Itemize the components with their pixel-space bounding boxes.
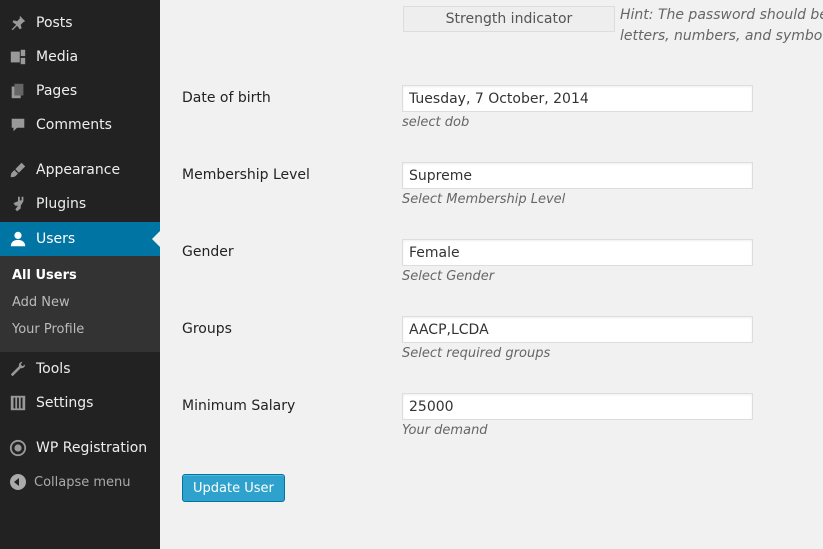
collapse-menu[interactable]: Collapse menu	[0, 470, 160, 494]
hint-line: Hint: The password should be at l	[620, 7, 823, 23]
hint-line: letters, numbers, and symbols lik	[620, 28, 823, 44]
pushpin-icon	[0, 6, 36, 40]
users-submenu: All Users Add New Your Profile	[0, 256, 160, 352]
submenu-all-users[interactable]: All Users	[12, 268, 77, 283]
menu-label: Media	[36, 49, 79, 65]
dob-input[interactable]	[402, 85, 753, 112]
menu-label: Plugins	[36, 196, 87, 212]
menu-label: Tools	[36, 361, 71, 377]
dob-label: Date of birth	[182, 90, 271, 106]
menu-label: Pages	[36, 83, 78, 99]
menu-appearance[interactable]: Appearance	[0, 153, 160, 187]
menu-label: Appearance	[36, 162, 121, 178]
minimum-salary-description: Your demand	[402, 423, 488, 438]
menu-tools[interactable]: Tools	[0, 352, 160, 386]
menu-settings[interactable]: Settings	[0, 386, 160, 420]
user-icon	[0, 222, 36, 256]
submenu-add-new[interactable]: Add New	[12, 295, 70, 310]
membership-level-input[interactable]	[402, 162, 753, 189]
pages-icon	[0, 74, 36, 108]
menu-media[interactable]: Media	[0, 40, 160, 74]
menu-label: WP Registration	[36, 440, 148, 456]
plugin-icon	[0, 187, 36, 221]
paintbrush-icon	[0, 153, 36, 187]
wordpress-icon	[0, 431, 36, 465]
groups-description: Select required groups	[402, 346, 551, 361]
gender-label: Gender	[182, 244, 234, 260]
menu-label: Posts	[36, 15, 73, 31]
menu-wp-registration[interactable]: WP Registration	[0, 431, 160, 465]
active-arrow	[152, 231, 160, 247]
menu-plugins[interactable]: Plugins	[0, 187, 160, 221]
minimum-salary-label: Minimum Salary	[182, 398, 296, 414]
gender-description: Select Gender	[402, 269, 495, 284]
settings-icon	[0, 386, 36, 420]
menu-label: Users	[36, 231, 76, 247]
membership-level-label: Membership Level	[182, 167, 310, 183]
update-user-button[interactable]: Update User	[182, 474, 285, 502]
groups-label: Groups	[182, 321, 232, 337]
submenu-your-profile[interactable]: Your Profile	[12, 322, 84, 337]
collapse-label: Collapse menu	[34, 474, 131, 490]
menu-label: Settings	[36, 395, 94, 411]
password-strength-indicator: Strength indicator	[403, 6, 615, 32]
menu-users[interactable]: Users	[0, 222, 160, 256]
membership-level-description: Select Membership Level	[402, 192, 566, 207]
menu-pages[interactable]: Pages	[0, 74, 160, 108]
main-content: Strength indicator Hint: The password sh…	[160, 0, 823, 549]
gender-input[interactable]	[402, 239, 753, 266]
wrench-icon	[0, 352, 36, 386]
menu-comments[interactable]: Comments	[0, 108, 160, 142]
menu-posts[interactable]: Posts	[0, 6, 160, 40]
minimum-salary-input[interactable]	[402, 393, 753, 420]
dob-description: select dob	[402, 115, 470, 130]
groups-input[interactable]	[402, 316, 753, 343]
collapse-icon	[10, 474, 26, 490]
password-hint: Hint: The password should be at l letter…	[620, 5, 823, 47]
media-icon	[0, 40, 36, 74]
menu-label: Comments	[36, 117, 112, 133]
admin-sidebar: Posts Media Pages Comments Appearance Pl…	[0, 0, 160, 549]
comment-icon	[0, 108, 36, 142]
